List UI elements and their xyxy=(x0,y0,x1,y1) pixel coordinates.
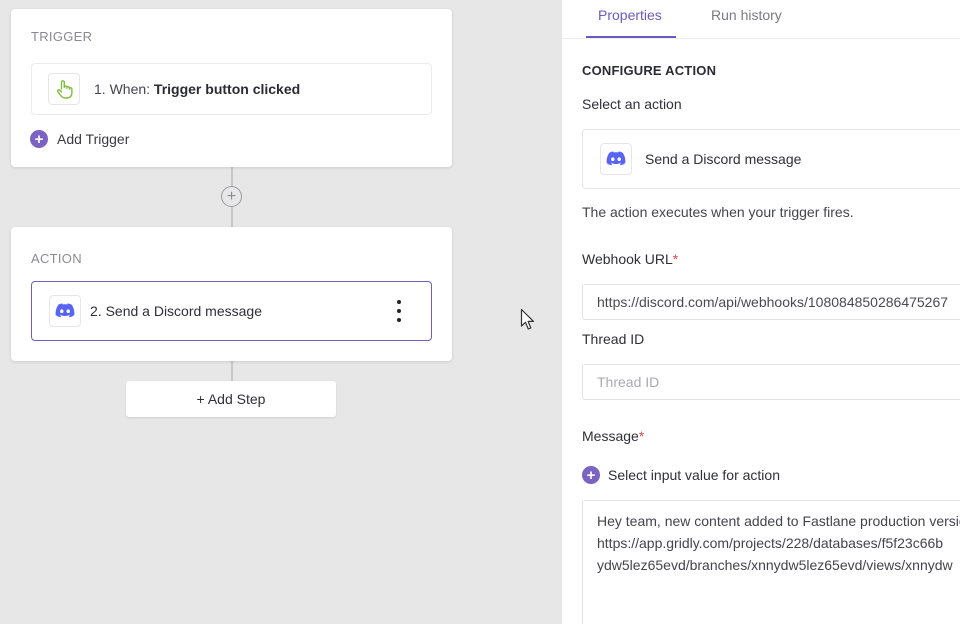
message-label: Message* xyxy=(582,428,644,444)
required-mark: * xyxy=(672,251,679,267)
mouse-pointer-icon xyxy=(520,308,536,337)
select-input-value-label: Select input value for action xyxy=(608,467,780,483)
trigger-step[interactable]: 1. When: Trigger button clicked xyxy=(31,63,432,115)
tab-properties[interactable]: Properties xyxy=(598,7,662,23)
webhook-url-label-text: Webhook URL xyxy=(582,251,673,267)
plus-icon: + xyxy=(30,130,48,148)
add-step-button[interactable]: + Add Step xyxy=(126,381,336,417)
active-tab-indicator xyxy=(586,36,676,38)
trigger-card-label: TRIGGER xyxy=(31,29,93,44)
plus-icon: + xyxy=(582,466,600,484)
message-textarea[interactable]: Hey team, new content added to Fastlane … xyxy=(582,500,960,624)
trigger-step-prefix: 1. When: xyxy=(94,81,154,97)
trigger-step-text: 1. When: Trigger button clicked xyxy=(94,81,300,97)
webhook-url-label: Webhook URL* xyxy=(582,251,678,267)
connector-line xyxy=(231,361,233,381)
hand-pointer-icon xyxy=(48,73,80,105)
panel-tabs: Properties Run history xyxy=(562,0,960,39)
required-mark: * xyxy=(638,428,645,444)
add-trigger-label: Add Trigger xyxy=(57,131,130,147)
action-step-label: 2. Send a Discord message xyxy=(90,303,262,319)
configure-action-title: CONFIGURE ACTION xyxy=(582,63,717,78)
selected-action-text: Send a Discord message xyxy=(645,151,802,167)
action-helper-text: The action executes when your trigger fi… xyxy=(582,204,854,220)
discord-icon xyxy=(49,295,81,327)
insert-step-button[interactable]: + xyxy=(221,186,242,207)
add-trigger-button[interactable]: + Add Trigger xyxy=(30,129,129,149)
kebab-menu-icon[interactable] xyxy=(395,300,403,322)
action-selector[interactable]: Send a Discord message xyxy=(582,129,960,189)
message-label-text: Message xyxy=(582,428,639,444)
properties-panel: Properties Run history CONFIGURE ACTION … xyxy=(562,0,960,624)
tab-run-history[interactable]: Run history xyxy=(711,7,782,23)
discord-icon xyxy=(600,143,632,175)
trigger-step-name: Trigger button clicked xyxy=(153,81,301,97)
action-card-label: ACTION xyxy=(31,251,82,266)
webhook-url-input[interactable] xyxy=(582,284,960,320)
trigger-card: TRIGGER 1. When: Trigger button clicked … xyxy=(11,9,452,167)
select-input-value-button[interactable]: + Select input value for action xyxy=(582,465,780,485)
action-card: ACTION 2. Send a Discord message xyxy=(11,227,452,361)
action-step[interactable]: 2. Send a Discord message xyxy=(31,281,432,341)
thread-id-input[interactable] xyxy=(582,364,960,400)
select-action-label: Select an action xyxy=(582,96,682,112)
workflow-canvas: TRIGGER 1. When: Trigger button clicked … xyxy=(0,0,562,624)
thread-id-label: Thread ID xyxy=(582,331,645,347)
